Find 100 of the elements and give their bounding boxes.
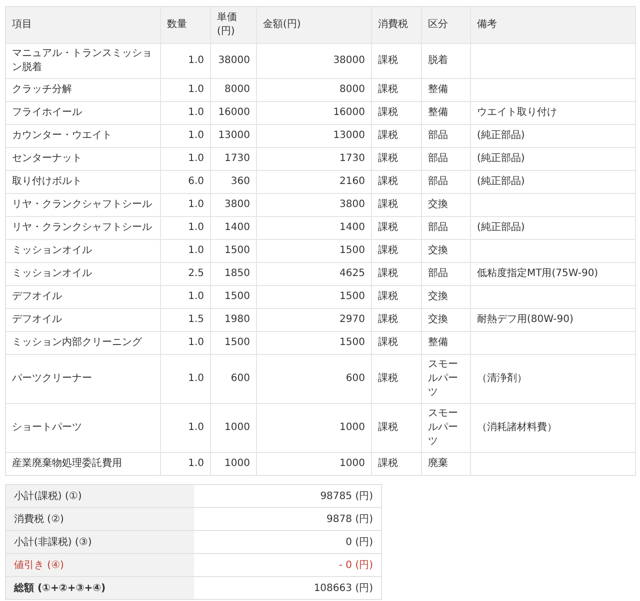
item-cell: クラッチ分解 <box>6 78 160 102</box>
tax-cell: 課税 <box>372 240 422 262</box>
column-header: 数量 <box>160 6 210 44</box>
category-cell: 交換 <box>422 194 470 216</box>
tax-cell: 課税 <box>372 124 422 148</box>
tax-cell: 課税 <box>372 262 422 286</box>
unit-price-cell: 1400 <box>210 216 256 240</box>
column-header: 項目 <box>6 6 160 44</box>
note-cell: 耐熱デフ用(80W-90) <box>470 308 636 332</box>
amount-cell: 38000 <box>256 44 372 78</box>
amount-cell: 8000 <box>256 78 372 102</box>
summary-label: 消費税 (②) <box>6 508 194 530</box>
category-cell: 脱着 <box>422 44 470 78</box>
amount-cell: 16000 <box>256 102 372 124</box>
amount-cell: 1000 <box>256 452 372 476</box>
column-header: 区分 <box>422 6 470 44</box>
note-cell: (純正部品) <box>470 124 636 148</box>
amount-cell: 1500 <box>256 286 372 308</box>
item-cell: ミッション内部クリーニング <box>6 332 160 354</box>
quantity-cell: 1.0 <box>160 44 210 78</box>
amount-cell: 2160 <box>256 170 372 194</box>
item-cell: パーツクリーナー <box>6 354 160 404</box>
tax-cell: 課税 <box>372 332 422 354</box>
summary-value: 98785 (円) <box>194 484 382 508</box>
unit-price-cell: 1730 <box>210 148 256 170</box>
unit-price-cell: 1850 <box>210 262 256 286</box>
summary-value: 108663 (円) <box>194 576 382 600</box>
unit-price-cell: 1000 <box>210 452 256 476</box>
quantity-cell: 1.0 <box>160 354 210 404</box>
unit-price-cell: 38000 <box>210 44 256 78</box>
unit-price-cell: 13000 <box>210 124 256 148</box>
unit-price-cell: 1980 <box>210 308 256 332</box>
tax-cell: 課税 <box>372 354 422 404</box>
quantity-cell: 1.0 <box>160 286 210 308</box>
quantity-cell: 6.0 <box>160 170 210 194</box>
quantity-cell: 1.0 <box>160 78 210 102</box>
quantity-cell: 1.5 <box>160 308 210 332</box>
category-cell: 部品 <box>422 170 470 194</box>
tax-cell: 課税 <box>372 78 422 102</box>
column-header: 消費税 <box>372 6 422 44</box>
item-cell: リヤ・クランクシャフトシール <box>6 216 160 240</box>
amount-cell: 13000 <box>256 124 372 148</box>
tax-cell: 課税 <box>372 148 422 170</box>
amount-cell: 1730 <box>256 148 372 170</box>
amount-cell: 2970 <box>256 308 372 332</box>
item-cell: センターナット <box>6 148 160 170</box>
note-cell: (純正部品) <box>470 148 636 170</box>
tax-cell: 課税 <box>372 452 422 476</box>
note-cell: (純正部品) <box>470 170 636 194</box>
item-cell: ショートパーツ <box>6 404 160 452</box>
category-cell: 整備 <box>422 332 470 354</box>
category-cell: 交換 <box>422 240 470 262</box>
unit-price-cell: 360 <box>210 170 256 194</box>
category-cell: スモールパーツ <box>422 404 470 452</box>
amount-cell: 1500 <box>256 332 372 354</box>
quantity-cell: 1.0 <box>160 124 210 148</box>
unit-price-cell: 1000 <box>210 404 256 452</box>
unit-price-cell: 600 <box>210 354 256 404</box>
category-cell: 整備 <box>422 102 470 124</box>
category-cell: 廃棄 <box>422 452 470 476</box>
tax-cell: 課税 <box>372 194 422 216</box>
item-cell: リヤ・クランクシャフトシール <box>6 194 160 216</box>
amount-cell: 1500 <box>256 240 372 262</box>
amount-cell: 3800 <box>256 194 372 216</box>
summary-value: - 0 (円) <box>194 554 382 576</box>
category-cell: 整備 <box>422 78 470 102</box>
tax-cell: 課税 <box>372 170 422 194</box>
quantity-cell: 1.0 <box>160 404 210 452</box>
item-cell: デフオイル <box>6 286 160 308</box>
quantity-cell: 1.0 <box>160 452 210 476</box>
note-cell: （清浄剤） <box>470 354 636 404</box>
amount-cell: 1000 <box>256 404 372 452</box>
unit-price-cell: 1500 <box>210 332 256 354</box>
item-cell: マニュアル・トランスミッション脱着 <box>6 44 160 78</box>
summary-label: 小計(非課税) (③) <box>6 530 194 554</box>
category-cell: 部品 <box>422 262 470 286</box>
tax-cell: 課税 <box>372 216 422 240</box>
tax-cell: 課税 <box>372 308 422 332</box>
category-cell: スモールパーツ <box>422 354 470 404</box>
item-cell: 取り付けボルト <box>6 170 160 194</box>
tax-cell: 課税 <box>372 44 422 78</box>
summary-label: 総額 (①+②+③+④) <box>6 576 194 600</box>
summary-value: 9878 (円) <box>194 508 382 530</box>
amount-cell: 1400 <box>256 216 372 240</box>
note-cell: ウエイト取り付け <box>470 102 636 124</box>
column-header: 単価(円) <box>210 6 256 44</box>
note-cell: 低粘度指定MT用(75W-90) <box>470 262 636 286</box>
quantity-cell: 1.0 <box>160 148 210 170</box>
item-cell: ミッションオイル <box>6 240 160 262</box>
unit-price-cell: 8000 <box>210 78 256 102</box>
column-header: 備考 <box>470 6 636 44</box>
item-cell: ミッションオイル <box>6 262 160 286</box>
unit-price-cell: 1500 <box>210 286 256 308</box>
quantity-cell: 1.0 <box>160 240 210 262</box>
quantity-cell: 1.0 <box>160 332 210 354</box>
quantity-cell: 1.0 <box>160 102 210 124</box>
tax-cell: 課税 <box>372 102 422 124</box>
item-cell: デフオイル <box>6 308 160 332</box>
summary-label: 値引き (④) <box>6 554 194 576</box>
summary-value: 0 (円) <box>194 530 382 554</box>
